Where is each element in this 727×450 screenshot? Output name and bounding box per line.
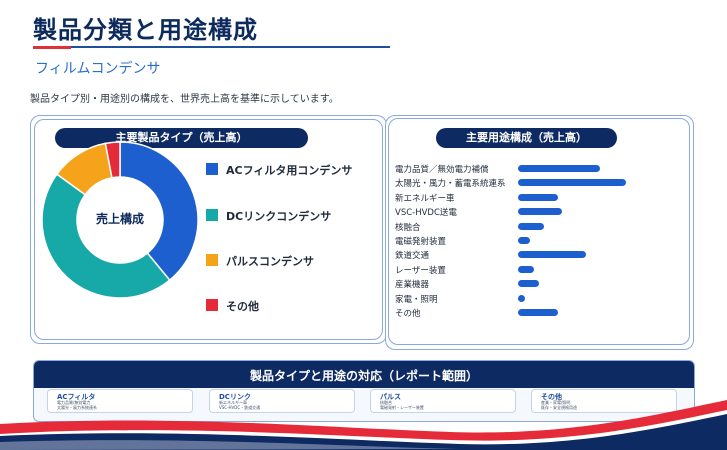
legend-label-pulse: パルスコンデンサ [226,255,314,268]
donut-center-label: 売上構成 [95,212,144,226]
bar [518,265,535,273]
bar [518,294,525,302]
legend-label-other: その他 [226,300,259,313]
bar-label: 核融合 [395,222,421,233]
bar-label: 家電・照明 [395,294,438,305]
title-underline-accent [33,46,71,49]
page-subtitle: フィルムコンデンサ [35,61,161,77]
mapping-card-line: 電磁発射・レーザー装置 [380,405,424,410]
mapping-card-pulse: パルス 核融合 電磁発射・レーザー装置 [370,389,516,413]
bar-label: その他 [395,309,421,319]
bar [518,280,540,288]
legend-swatch-ac-filter [206,163,218,175]
bar [518,208,563,216]
bar [518,222,544,230]
bar [518,179,626,187]
bar-label: 太陽光・風力・蓄電系統連系 [395,179,506,190]
page-description: 製品タイプ別・用途別の構成を、世界売上高を基準に示しています。 [30,94,339,105]
mapping-card-line: 既存・安全規格用途 [541,405,577,410]
mapping-card-dc-link: DCリンク 新エネルギー車 VSC-HVDC・鉄道交通 [209,389,355,413]
mapping-card-other: その他 産業・家電/照明 既存・安全規格用途 [531,389,677,413]
mapping-panel-title: 製品タイプと用途の対応（レポート範囲） [249,369,478,383]
bar-label: 電磁発射装置 [395,237,447,247]
bar-label: 新エネルギー車 [395,193,455,204]
bar-label: VSC-HVDC送電 [395,208,457,219]
legend-label-dc-link: DCリンクコンデンサ [226,210,332,223]
bar [518,237,530,244]
mapping-card-line: 太陽光・風力系統連系 [57,405,97,410]
legend-label-ac-filter: ACフィルタ用コンデンサ [226,164,353,177]
title-underline [33,46,390,48]
bar-label: 産業機器 [395,280,430,291]
bar-label: レーザー装置 [395,265,446,276]
bar [518,165,600,172]
bar [518,193,558,201]
application-panel-title: 主要用途構成（売上高） [436,128,617,148]
legend-swatch-other [206,299,218,311]
mapping-card-ac-filter: ACフィルタ 電力品質/無効電力 太陽光・風力系統連系 [47,389,193,413]
product-panel-title: 主要製品タイプ（売上高） [55,128,308,148]
page-title: 製品分類と用途構成 [33,16,258,44]
mapping-panel: 製品タイプと用途の対応（レポート範囲） ACフィルタ 電力品質/無効電力 太陽光… [33,360,695,422]
legend-swatch-dc-link [206,209,218,221]
mapping-card-line: VSC-HVDC・鉄道交通 [219,405,261,410]
bar-label: 鉄道交通 [395,251,430,262]
bar [518,309,558,316]
bar [518,251,586,259]
legend-swatch-pulse [206,254,218,266]
bar-label: 電力品質／無効電力補償 [395,165,489,175]
